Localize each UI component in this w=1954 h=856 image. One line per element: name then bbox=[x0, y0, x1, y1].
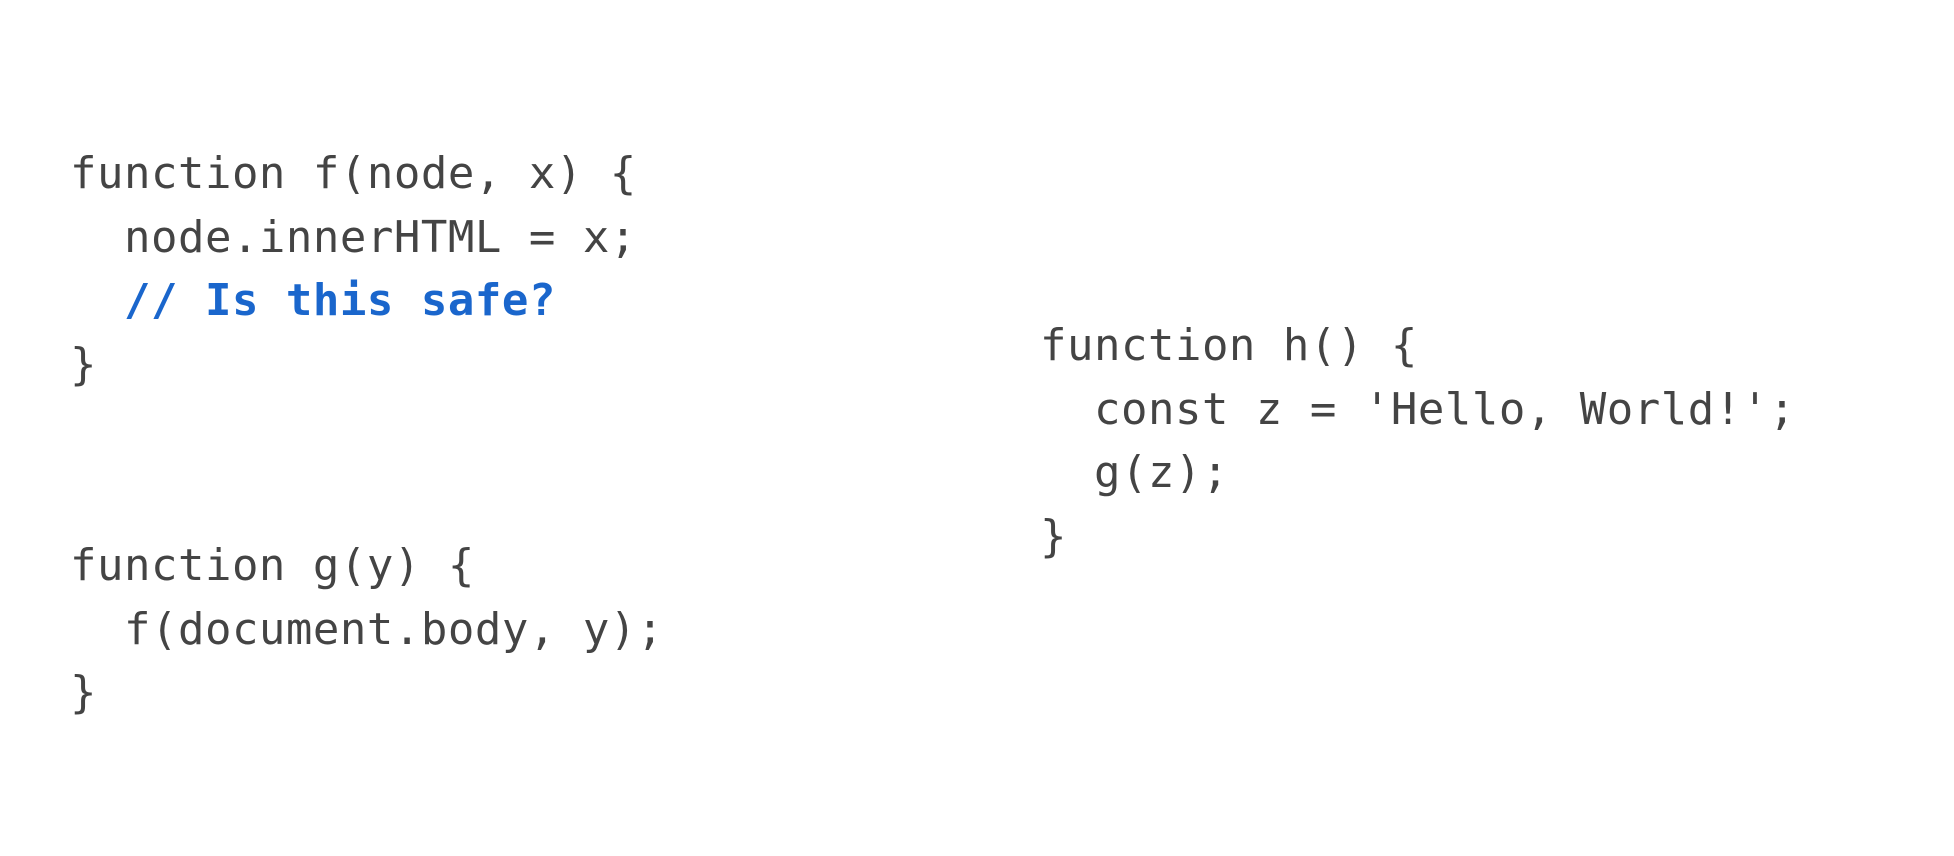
code-line: } bbox=[70, 339, 97, 390]
code-line: function h() { bbox=[1040, 320, 1418, 371]
code-block-f: function f(node, x) { node.innerHTML = x… bbox=[70, 78, 637, 397]
code-block-g: function g(y) { f(document.body, y); } bbox=[70, 470, 664, 725]
code-line: } bbox=[70, 667, 97, 718]
code-line: f(document.body, y); bbox=[70, 604, 664, 655]
code-line: node.innerHTML = x; bbox=[70, 212, 637, 263]
code-line: const z = 'Hello, World!'; bbox=[1040, 384, 1796, 435]
code-line: function f(node, x) { bbox=[70, 148, 637, 199]
code-comment-emphasis: // Is this safe? bbox=[70, 275, 556, 326]
code-line: } bbox=[1040, 511, 1067, 562]
code-line: function g(y) { bbox=[70, 540, 475, 591]
code-line: g(z); bbox=[1040, 447, 1229, 498]
code-block-h: function h() { const z = 'Hello, World!'… bbox=[1040, 250, 1796, 569]
